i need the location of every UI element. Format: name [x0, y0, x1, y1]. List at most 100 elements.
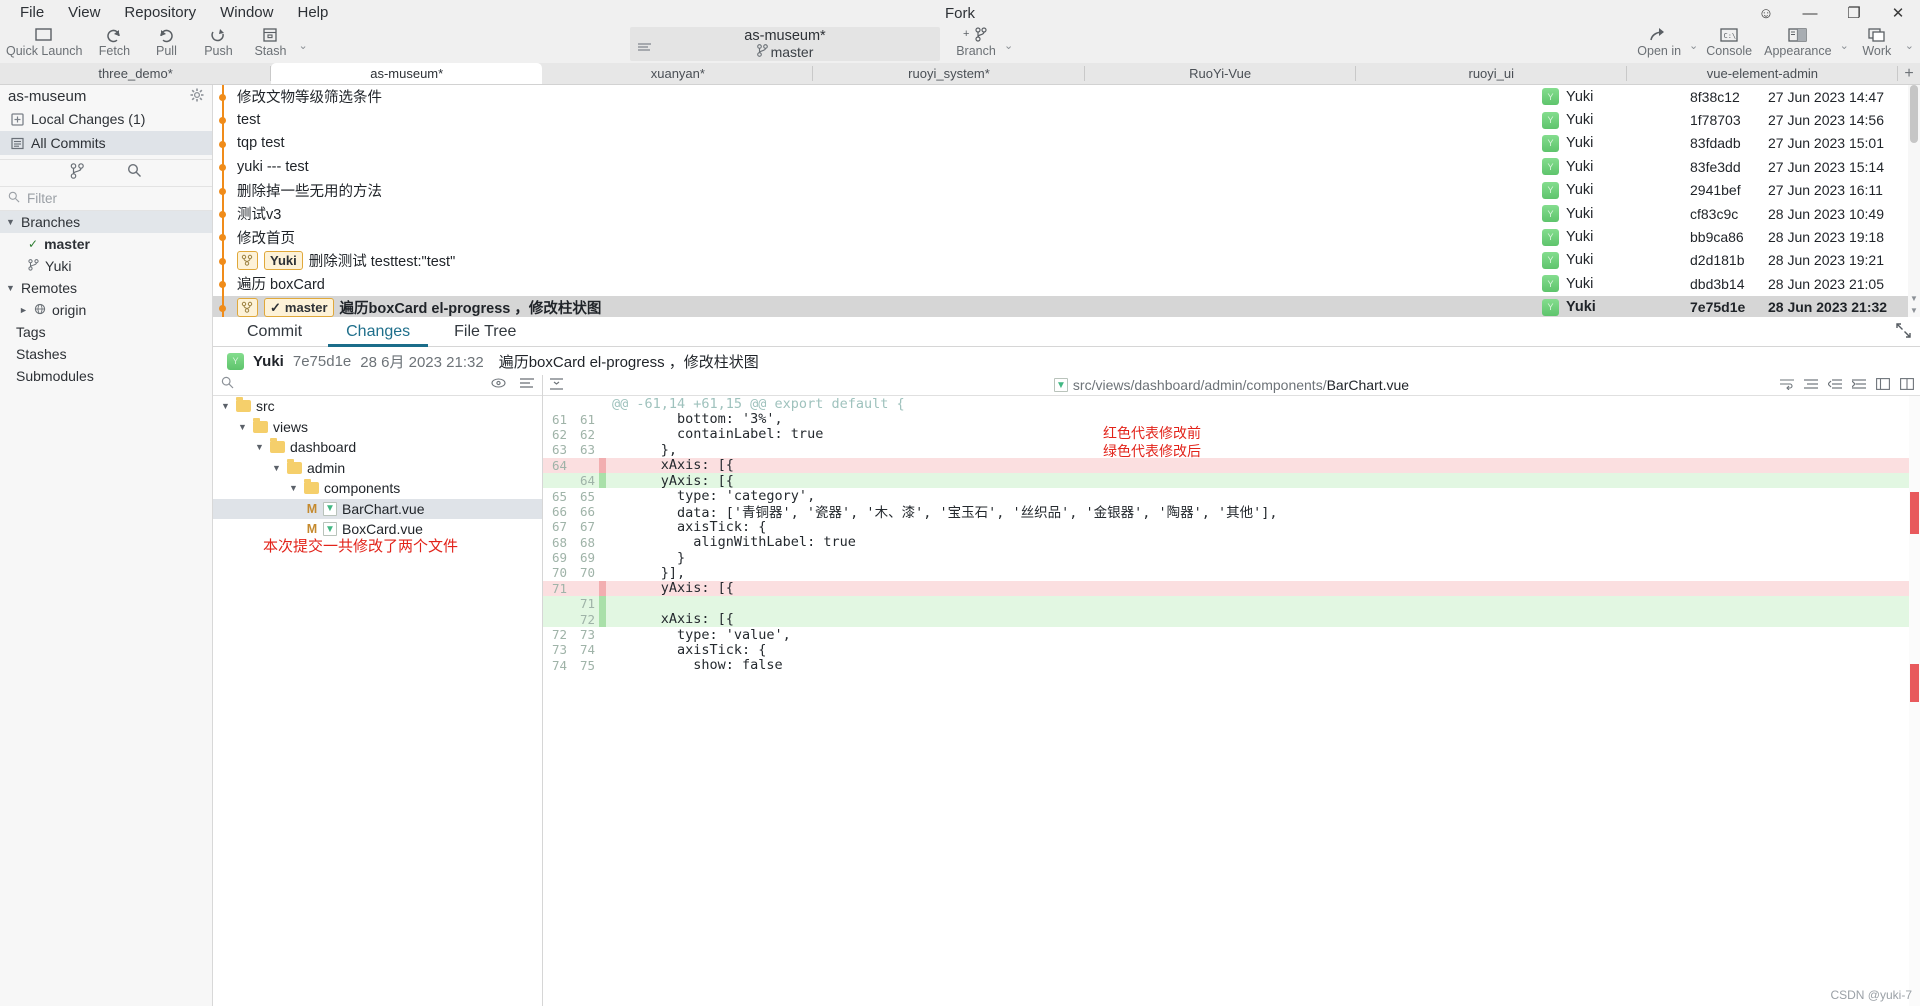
sidebar-section-stashes[interactable]: Stashes	[0, 343, 212, 365]
repository-selector[interactable]: as-museum* master	[630, 27, 940, 61]
tab-commit[interactable]: Commit	[225, 317, 324, 346]
minimize-icon[interactable]	[549, 377, 564, 393]
stash-chevron-down-icon[interactable]: ⌄	[296, 39, 309, 52]
commit-ref-badge[interactable]: Yuki	[264, 250, 303, 270]
open-in-chevron-down-icon[interactable]: ⌄	[1687, 39, 1700, 52]
sidebar-section-remotes[interactable]: ▼ Remotes	[0, 277, 212, 299]
commit-ref-badge[interactable]: ✓ master	[264, 297, 334, 317]
eye-icon[interactable]	[491, 376, 506, 394]
console-button[interactable]: C:\ Console	[1700, 26, 1758, 58]
menu-item-help[interactable]: Help	[285, 1, 340, 25]
paragraph-icon[interactable]	[1804, 377, 1818, 393]
branch-icon	[756, 43, 768, 61]
scrollbar-thumb[interactable]	[1910, 85, 1918, 143]
repo-tab-ruoyi-vue[interactable]: RuoYi-Vue	[1085, 63, 1356, 84]
commit-row[interactable]: yuki --- test Y Yuki 83fe3dd 27 Jun 2023 15:…	[213, 155, 1920, 179]
repo-tab-ruoyi_system[interactable]: ruoyi_system*	[813, 63, 1085, 84]
minimize-button[interactable]: —	[1788, 0, 1832, 26]
expand-icon[interactable]	[1876, 377, 1890, 393]
file-tree-folder[interactable]: ▼ components	[213, 478, 542, 499]
sidebar-item-local-changes[interactable]: Local Changes (1)	[0, 107, 212, 131]
work-chevron-down-icon[interactable]: ⌄	[1903, 39, 1916, 52]
sidebar-section-branches[interactable]: ▼ Branches	[0, 211, 212, 233]
commit-row[interactable]: test Y Yuki 1f78703 27 Jun 2023 14:56	[213, 108, 1920, 132]
menu-item-view[interactable]: View	[56, 1, 112, 25]
commit-row[interactable]: 测试v3 Y Yuki cf83c9c 28 Jun 2023 10:49	[213, 201, 1920, 226]
work-label: Work	[1862, 44, 1892, 58]
commit-row[interactable]: 遍历 boxCard Y Yuki dbd3b14 28 Jun 2023 21:05	[213, 272, 1920, 296]
appearance-button[interactable]: Appearance	[1758, 26, 1837, 58]
sidebar-remote-origin[interactable]: ▼ origin	[0, 299, 212, 321]
diff-new-line-number: 68	[579, 534, 595, 550]
repo-tab-vue-element-admin[interactable]: vue-element-admin	[1627, 63, 1898, 84]
tab-changes[interactable]: Changes	[324, 317, 432, 347]
file-tree-folder[interactable]: ▼ src	[213, 396, 542, 417]
chevron-down-icon[interactable]: ▼	[272, 463, 282, 473]
push-button[interactable]: Push	[192, 26, 244, 58]
split-icon[interactable]	[1900, 377, 1914, 393]
branch-chevron-down-icon[interactable]: ⌄	[1002, 39, 1015, 52]
file-tree-folder[interactable]: ▼ dashboard	[213, 437, 542, 458]
branch-button[interactable]: + Branch	[950, 26, 1002, 58]
appearance-chevron-down-icon[interactable]: ⌄	[1838, 39, 1851, 52]
indent-icon[interactable]	[1851, 377, 1866, 393]
commit-row[interactable]: 修改首页 Y Yuki bb9ca86 28 Jun 2023 19:18	[213, 225, 1920, 249]
diff-change-marker	[599, 442, 606, 457]
chevron-down-icon[interactable]: ▼	[289, 483, 299, 493]
menu-item-window[interactable]: Window	[208, 1, 285, 25]
chevron-down-icon[interactable]: ▼	[221, 401, 231, 411]
emoji-icon[interactable]: ☺	[1744, 0, 1788, 26]
commit-graph-node	[213, 225, 235, 249]
list-icon[interactable]	[520, 376, 534, 394]
diff-body[interactable]: @@ -61,14 +61,15 @@ export default {61 61…	[543, 396, 1920, 1006]
repo-tab-as-museum[interactable]: as-museum*	[271, 63, 543, 84]
expand-icon[interactable]	[1895, 322, 1912, 344]
sidebar-branch-master[interactable]: ✓ master	[0, 233, 212, 255]
file-tree-nodes[interactable]: ▼ src ▼ views ▼ dashboard ▼ admin ▼ components M ▼ B…	[213, 396, 542, 540]
repo-tab-ruoyi_ui[interactable]: ruoyi_ui	[1356, 63, 1627, 84]
work-button[interactable]: Work	[1851, 26, 1903, 58]
repo-tab-three_demo[interactable]: three_demo*	[0, 63, 272, 84]
chevron-down-icon[interactable]: ▼	[238, 422, 248, 432]
sidebar-filter-input[interactable]: Filter	[0, 187, 212, 211]
gear-icon[interactable]	[190, 88, 204, 106]
diff-file-path-prefix: src/views/dashboard/admin/components/	[1072, 377, 1327, 393]
commit-row[interactable]: ✓ master 遍历boxCard el-progress ，修改柱状图 Y Yuki…	[213, 295, 1920, 317]
commit-graph-node	[213, 295, 235, 317]
commit-row[interactable]: tqp test Y Yuki 83fdadb 27 Jun 2023 15:01	[213, 131, 1920, 156]
tab-file-tree[interactable]: File Tree	[432, 317, 538, 346]
quick-launch-button[interactable]: Quick Launch	[0, 26, 88, 58]
close-button[interactable]: ✕	[1876, 0, 1920, 26]
chevron-down-icon[interactable]: ▼	[255, 442, 265, 452]
repo-tab-xuanyan[interactable]: xuanyan*	[542, 63, 814, 84]
diff-scrollbar[interactable]	[1909, 396, 1920, 1006]
panel-tools	[1895, 322, 1912, 344]
scroll-end-icon[interactable]: ▼	[1910, 306, 1918, 315]
branch-icon[interactable]	[70, 162, 85, 184]
commit-list-scrollbar[interactable]: ▼ ▼	[1908, 85, 1920, 317]
file-tree-file[interactable]: M ▼ BarChart.vue	[213, 498, 542, 519]
commit-row[interactable]: 删除掉一些无用的方法 Y Yuki 2941bef 27 Jun 2023 16:11	[213, 178, 1920, 202]
commit-list[interactable]: 修改文物等级筛选条件 Y Yuki 8f38c12 27 Jun 2023 14:47 t…	[213, 85, 1920, 317]
add-tab-button[interactable]: +	[1898, 63, 1920, 84]
file-tree-search[interactable]	[213, 375, 542, 396]
menu-item-file[interactable]: File	[8, 1, 56, 25]
commit-row[interactable]: 修改文物等级筛选条件 Y Yuki 8f38c12 27 Jun 2023 14:47	[213, 85, 1920, 109]
sidebar-branch-yuki[interactable]: Yuki	[0, 255, 212, 277]
wrap-icon[interactable]	[1780, 377, 1794, 393]
maximize-button[interactable]: ❐	[1832, 0, 1876, 26]
scroll-down-icon[interactable]: ▼	[1910, 294, 1918, 303]
stash-button[interactable]: Stash	[244, 26, 296, 58]
file-tree-folder[interactable]: ▼ views	[213, 417, 542, 438]
commit-row[interactable]: Yuki 删除测试 testtest:"test" Y Yuki d2d181b 28 J…	[213, 248, 1920, 273]
fetch-button[interactable]: Fetch	[88, 26, 140, 58]
pull-button[interactable]: Pull	[140, 26, 192, 58]
unindent-icon[interactable]	[1827, 377, 1842, 393]
sidebar-section-tags[interactable]: Tags	[0, 321, 212, 343]
open-in-button[interactable]: Open in	[1631, 26, 1687, 58]
menu-item-repository[interactable]: Repository	[112, 1, 208, 25]
sidebar-item-all-commits[interactable]: All Commits	[0, 131, 212, 155]
file-tree-folder[interactable]: ▼ admin	[213, 458, 542, 479]
sidebar-section-submodules[interactable]: Submodules	[0, 365, 212, 387]
search-icon[interactable]	[127, 163, 142, 183]
